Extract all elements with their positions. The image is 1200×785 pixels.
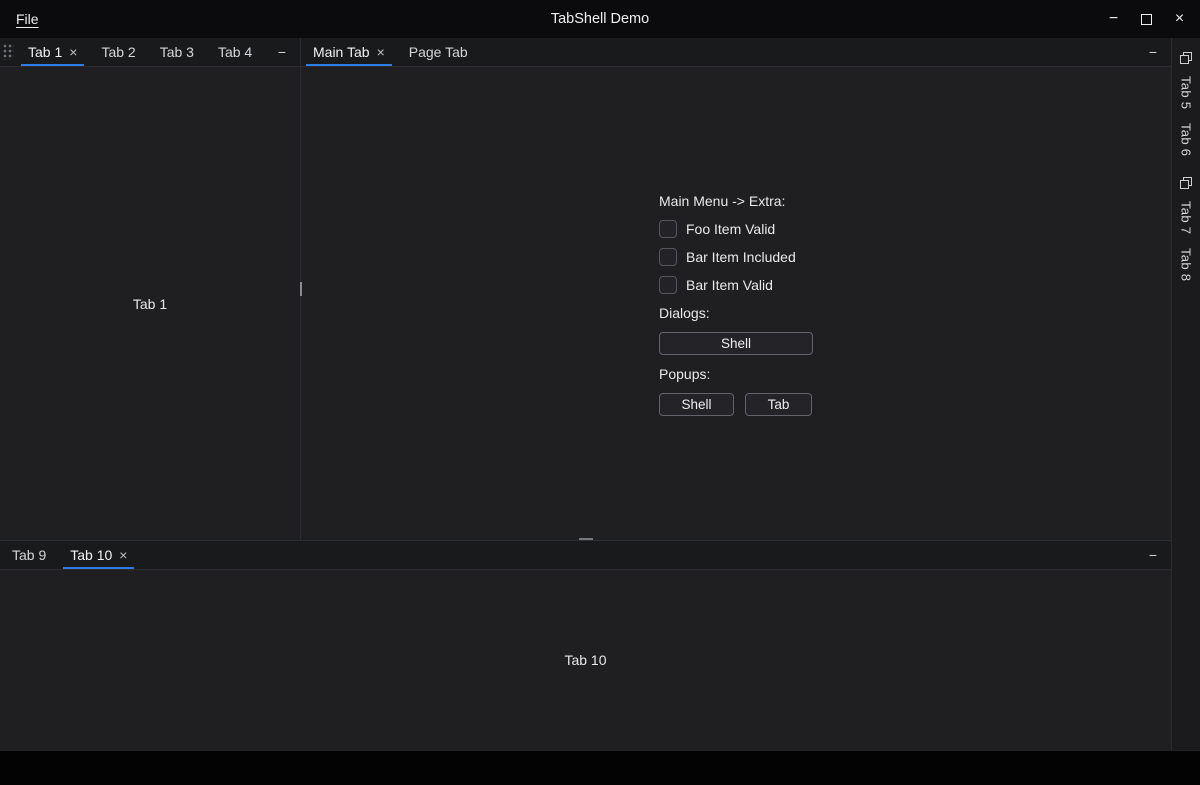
bottom-panel-content-text: Tab 10	[564, 652, 606, 668]
tab-tab-2[interactable]: Tab 2	[89, 38, 147, 66]
restore-icon	[1180, 177, 1192, 189]
window-bottom-strip	[0, 750, 1200, 785]
checkbox-icon[interactable]	[659, 276, 677, 294]
dialogs-label: Dialogs:	[659, 304, 813, 322]
tab-label: Tab 1	[28, 44, 62, 60]
main-tab-content: Main Menu -> Extra: Foo Item Valid Bar I…	[301, 67, 1171, 540]
tab-tab-3[interactable]: Tab 3	[148, 38, 206, 66]
checkbox-row-bar-item-included[interactable]: Bar Item Included	[659, 248, 813, 266]
tab-tab-10[interactable]: Tab 10 ×	[58, 541, 139, 569]
tab-label: Main Tab	[313, 44, 370, 60]
tab-label: Page Tab	[409, 44, 468, 60]
sidebar-tab-tab-5[interactable]: Tab 5	[1179, 76, 1194, 109]
tab-close-icon[interactable]: ×	[119, 548, 127, 562]
tab-label: Tab 4	[218, 44, 252, 60]
top-row: Tab 1 × Tab 2 Tab 3 Tab 4 −	[0, 38, 1171, 540]
popups-tab-button[interactable]: Tab	[745, 393, 812, 416]
left-panel-tabbar: Tab 1 × Tab 2 Tab 3 Tab 4 −	[0, 38, 300, 67]
popups-shell-button[interactable]: Shell	[659, 393, 734, 416]
dock-group-1: Tab 5 Tab 6	[1179, 47, 1194, 164]
extra-form: Main Menu -> Extra: Foo Item Valid Bar I…	[659, 192, 813, 416]
section-label: Main Menu -> Extra:	[659, 192, 813, 210]
bottom-panel: Tab 9 Tab 10 × − Tab 10	[0, 540, 1171, 750]
horizontal-splitter-handle[interactable]	[579, 538, 593, 540]
popups-label: Popups:	[659, 365, 813, 383]
window-controls: − ×	[1097, 0, 1200, 38]
dialogs-shell-button[interactable]: Shell	[659, 332, 813, 355]
tab-label: Tab 3	[160, 44, 194, 60]
bottom-panel-tabbar: Tab 9 Tab 10 × −	[0, 541, 1171, 570]
main-panel: Main Tab × Page Tab − Main Menu -> Extra…	[301, 38, 1171, 540]
restore-group-button[interactable]	[1180, 47, 1192, 69]
titlebar: File TabShell Demo − ×	[0, 0, 1200, 38]
tab-label: Tab 10	[70, 547, 112, 563]
tab-tab-9[interactable]: Tab 9	[0, 541, 58, 569]
dock-sidebar: Tab 5 Tab 6 Tab 7 Tab 8	[1171, 38, 1200, 750]
restore-group-button[interactable]	[1180, 172, 1192, 194]
main-panel-tabbar: Main Tab × Page Tab −	[301, 38, 1171, 67]
tab-tab-1[interactable]: Tab 1 ×	[16, 38, 89, 66]
main-column: Tab 1 × Tab 2 Tab 3 Tab 4 −	[0, 38, 1171, 750]
tab-tab-4[interactable]: Tab 4	[206, 38, 264, 66]
close-icon: ×	[1175, 10, 1184, 28]
popups-button-row: Shell Tab	[659, 393, 813, 416]
maximize-icon	[1141, 14, 1152, 25]
main-panel-minimize-button[interactable]: −	[1141, 38, 1165, 66]
checkbox-label: Bar Item Included	[686, 249, 796, 265]
window-title: TabShell Demo	[0, 11, 1200, 27]
checkbox-label: Bar Item Valid	[686, 277, 773, 293]
left-panel-minimize-button[interactable]: −	[270, 38, 294, 66]
bottom-panel-minimize-button[interactable]: −	[1141, 541, 1165, 569]
tab-close-icon[interactable]: ×	[69, 45, 77, 59]
checkbox-icon[interactable]	[659, 248, 677, 266]
checkbox-row-bar-item-valid[interactable]: Bar Item Valid	[659, 276, 813, 294]
left-panel-content-text: Tab 1	[133, 296, 167, 312]
tab-label: Tab 9	[12, 547, 46, 563]
tab-close-icon[interactable]: ×	[377, 45, 385, 59]
checkbox-label: Foo Item Valid	[686, 221, 775, 237]
sidebar-tab-tab-7[interactable]: Tab 7	[1179, 201, 1194, 234]
maximize-window-button[interactable]	[1130, 0, 1163, 38]
tab-main-tab[interactable]: Main Tab ×	[301, 38, 397, 66]
window-body: Tab 1 × Tab 2 Tab 3 Tab 4 −	[0, 38, 1200, 750]
minimize-window-button[interactable]: −	[1097, 0, 1130, 38]
drag-handle-icon[interactable]	[3, 44, 14, 60]
menu-file[interactable]: File	[0, 0, 55, 38]
minimize-icon: −	[1109, 10, 1118, 28]
app-window: File TabShell Demo − × Tab 1 ×	[0, 0, 1200, 785]
checkbox-row-foo-item-valid[interactable]: Foo Item Valid	[659, 220, 813, 238]
checkbox-icon[interactable]	[659, 220, 677, 238]
tab-label: Tab 2	[101, 44, 135, 60]
bottom-panel-content: Tab 10	[0, 570, 1171, 750]
sidebar-tab-tab-6[interactable]: Tab 6	[1179, 123, 1194, 156]
close-window-button[interactable]: ×	[1163, 0, 1196, 38]
restore-icon	[1180, 52, 1192, 64]
vertical-splitter-handle[interactable]	[300, 282, 302, 296]
left-panel-content: Tab 1	[0, 67, 300, 540]
sidebar-tab-tab-8[interactable]: Tab 8	[1179, 248, 1194, 281]
dock-group-2: Tab 7 Tab 8	[1179, 172, 1194, 289]
tab-page-tab[interactable]: Page Tab	[397, 38, 480, 66]
left-panel: Tab 1 × Tab 2 Tab 3 Tab 4 −	[0, 38, 301, 540]
